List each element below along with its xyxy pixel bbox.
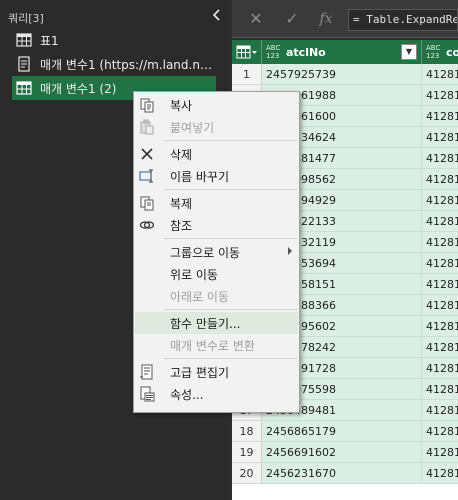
menu-item-17[interactable]: 속성...	[135, 383, 298, 405]
menu-item-label: 이름 바꾸기	[170, 170, 230, 184]
menu-separator	[164, 309, 297, 310]
row-number[interactable]: 20	[232, 463, 262, 484]
collapse-pane-icon[interactable]	[210, 8, 224, 22]
menu-item-label: 삭제	[170, 148, 193, 162]
menu-item-6[interactable]: 복제	[135, 192, 298, 214]
table-cell-co[interactable]: 412811	[422, 211, 458, 232]
table-cell-co[interactable]: 412811	[422, 442, 458, 463]
menu-item-3[interactable]: 삭제	[135, 143, 298, 165]
cancel-formula-button[interactable]: ✕	[246, 9, 266, 29]
filter-dropdown-icon[interactable]: ▼	[401, 44, 417, 60]
column-header-atclno[interactable]: ABC 123 atclNo ▼	[262, 40, 422, 64]
table-cell-co[interactable]: 412811	[422, 190, 458, 211]
menu-item-9[interactable]: 그룹으로 이동	[135, 241, 298, 263]
table-cell-co[interactable]: 412811	[422, 295, 458, 316]
menu-item-label: 위로 이동	[170, 268, 218, 282]
table-cell-atclno[interactable]: 2456865179	[262, 421, 422, 442]
menu-item-label: 속성...	[170, 388, 204, 402]
query-item-label: 매개 변수1 (https://m.land.nav...	[40, 57, 216, 72]
menu-separator	[164, 358, 297, 359]
menu-item-label: 복제	[170, 197, 193, 211]
menu-item-10[interactable]: 위로 이동	[135, 263, 298, 285]
menu-item-label: 아래로 이동	[170, 290, 230, 304]
advanced-editor-icon	[139, 364, 155, 380]
query-item-parameter[interactable]: 매개 변수1 (https://m.land.nav...	[12, 52, 216, 76]
delete-icon	[139, 146, 155, 162]
reference-icon	[139, 217, 155, 233]
menu-item-label: 매개 변수로 변환	[170, 339, 255, 353]
table-cell-co[interactable]: 412811	[422, 379, 458, 400]
menu-item-14[interactable]: 매개 변수로 변환	[135, 334, 298, 356]
paste-icon	[139, 119, 155, 135]
submenu-arrow-icon	[288, 247, 292, 255]
menu-separator	[164, 238, 297, 239]
row-number[interactable]: 1	[232, 64, 262, 85]
formula-input[interactable]: = Table.ExpandRe	[348, 9, 458, 31]
context-menu: 복사붙여넣기삭제이름 바꾸기복제참조그룹으로 이동위로 이동아래로 이동함수 만…	[133, 91, 300, 413]
table-cell-atclno[interactable]: 2456231670	[262, 463, 422, 484]
table-cell-co[interactable]: 412811	[422, 337, 458, 358]
column-header-co[interactable]: ABC 123 co	[422, 40, 458, 64]
table-cell-co[interactable]: 412811	[422, 253, 458, 274]
table-cell-co[interactable]: 412811	[422, 85, 458, 106]
table-cell-co[interactable]: 412811	[422, 421, 458, 442]
table-cell-atclno[interactable]: 2457925739	[262, 64, 422, 85]
confirm-formula-button[interactable]: ✓	[282, 9, 302, 29]
queries-header: 쿼리[3]	[8, 12, 44, 25]
menu-item-7[interactable]: 참조	[135, 214, 298, 236]
menu-item-13[interactable]: 함수 만들기...	[135, 312, 298, 334]
type-badge-icon: ABC 123	[426, 44, 441, 60]
menu-item-16[interactable]: 고급 편집기	[135, 361, 298, 383]
menu-item-11[interactable]: 아래로 이동	[135, 285, 298, 307]
menu-item-0[interactable]: 복사	[135, 94, 298, 116]
query-item-table1[interactable]: 표1	[12, 28, 216, 52]
row-number[interactable]: 18	[232, 421, 262, 442]
formula-bar: ✕ ✓ fx = Table.ExpandRe	[232, 0, 458, 38]
table-cell-co[interactable]: 412811	[422, 148, 458, 169]
query-item-label: 매개 변수1 (2)	[40, 81, 117, 96]
table-cell-co[interactable]: 412811	[422, 358, 458, 379]
column-name: atclNo	[286, 45, 326, 59]
menu-item-label: 그룹으로 이동	[170, 246, 241, 260]
fx-button[interactable]: fx	[316, 9, 336, 29]
duplicate-icon	[139, 195, 155, 211]
table-cell-co[interactable]: 412811	[422, 274, 458, 295]
type-badge-icon: ABC 123	[266, 44, 281, 60]
parameter-icon	[16, 56, 32, 72]
menu-separator	[164, 140, 297, 141]
grid-header: ABC 123 atclNo ▼ ABC 123 co	[232, 40, 458, 64]
column-name: co	[446, 45, 458, 59]
table-menu-button[interactable]	[232, 40, 262, 64]
table-cell-co[interactable]: 412811	[422, 64, 458, 85]
menu-item-label: 참조	[170, 219, 193, 233]
menu-item-label: 고급 편집기	[170, 366, 230, 380]
table-cell-co[interactable]: 412811	[422, 106, 458, 127]
table-cell-co[interactable]: 412811	[422, 127, 458, 148]
table-icon	[16, 80, 32, 96]
menu-item-label: 붙여넣기	[170, 121, 215, 135]
properties-icon	[139, 386, 155, 402]
menu-item-label: 복사	[170, 99, 193, 113]
menu-item-label: 함수 만들기...	[170, 317, 241, 331]
table-cell-co[interactable]: 412811	[422, 169, 458, 190]
row-number[interactable]: 19	[232, 442, 262, 463]
query-item-label: 표1	[40, 33, 59, 48]
menu-item-4[interactable]: 이름 바꾸기	[135, 165, 298, 187]
table-cell-atclno[interactable]: 2456691602	[262, 442, 422, 463]
table-cell-co[interactable]: 412811	[422, 463, 458, 484]
copy-icon	[139, 97, 155, 113]
menu-separator	[164, 189, 297, 190]
table-cell-co[interactable]: 412811	[422, 316, 458, 337]
menu-item-1[interactable]: 붙여넣기	[135, 116, 298, 138]
table-icon	[16, 32, 32, 48]
table-cell-co[interactable]: 412811	[422, 232, 458, 253]
table-menu-icon	[236, 45, 257, 59]
table-cell-co[interactable]: 412811	[422, 400, 458, 421]
rename-icon	[139, 168, 155, 184]
